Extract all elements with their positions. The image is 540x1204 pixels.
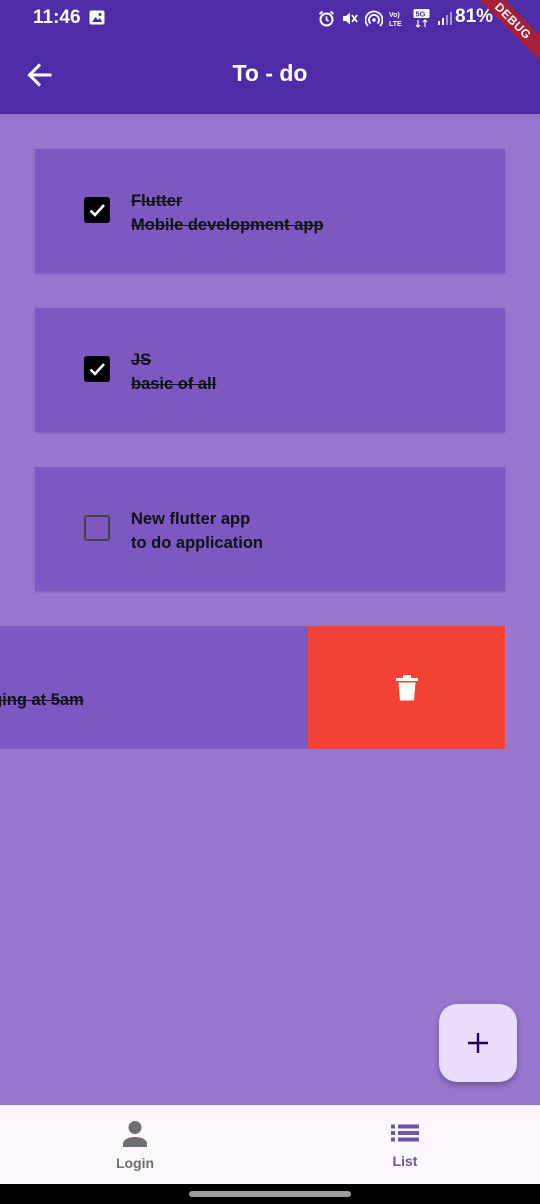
todo-subtitle: gging at 5am [0, 691, 84, 709]
todo-text: JS basic of all [131, 348, 216, 396]
svg-text:LTE: LTE [389, 21, 402, 27]
nav-label-list: List [392, 1153, 418, 1169]
person-icon [123, 1121, 147, 1147]
checkmark-icon [89, 204, 105, 217]
svg-text:Vo): Vo) [389, 12, 400, 19]
gallery-icon [89, 10, 105, 25]
mute-icon [343, 12, 358, 24]
signal-icon [438, 12, 452, 25]
todo-card[interactable]: Flutter Mobile development app [35, 149, 505, 273]
todo-title: New flutter app [131, 510, 251, 528]
todo-subtitle: basic of all [131, 375, 217, 393]
battery-percentage: 81% [455, 6, 494, 27]
checkmark-icon [89, 363, 105, 376]
hotspot-icon [365, 10, 383, 27]
app-bar: 11:46 Vo) LTE 5G 81% DEBUG To - do [0, 0, 540, 114]
status-time: 11:46 [33, 7, 81, 28]
nav-item-list[interactable]: List [270, 1105, 540, 1184]
todo-checkbox[interactable] [84, 197, 110, 223]
gesture-handle[interactable] [189, 1191, 351, 1197]
todo-title: JS [131, 351, 152, 369]
swiped-text-clip: gging at 5am [0, 626, 308, 749]
nav-item-login[interactable]: Login [0, 1105, 270, 1184]
status-icons: Vo) LTE 5G [318, 8, 453, 28]
status-bar: 11:46 Vo) LTE 5G 81% [0, 0, 540, 36]
todo-subtitle: Mobile development app [131, 216, 324, 234]
volte-icon: Vo) LTE [389, 12, 402, 27]
todo-checkbox[interactable] [84, 515, 110, 541]
delete-button[interactable] [308, 626, 505, 749]
system-gesture-bar [0, 1184, 540, 1204]
todo-text: Flutter Mobile development app [131, 189, 324, 237]
todo-title: Flutter [131, 192, 183, 210]
bottom-navigation: Login List [0, 1105, 540, 1184]
trash-icon [395, 674, 418, 700]
swiped-todo-row[interactable]: gging at 5am [0, 626, 505, 749]
network-5g-icon: 5G [413, 9, 430, 28]
alarm-icon [318, 10, 335, 26]
todo-card[interactable]: New flutter app to do application [35, 467, 505, 591]
nav-label-login: Login [115, 1155, 155, 1171]
add-todo-button[interactable] [439, 1004, 517, 1082]
todo-text: New flutter app to do application [131, 507, 263, 555]
list-icon [391, 1124, 419, 1142]
todo-checkbox[interactable] [84, 356, 110, 382]
svg-text:5G: 5G [416, 10, 426, 19]
plus-icon [468, 1033, 488, 1053]
todo-subtitle: to do application [131, 534, 263, 552]
todo-card[interactable]: JS basic of all [35, 308, 505, 432]
page-title: To - do [232, 60, 308, 86]
